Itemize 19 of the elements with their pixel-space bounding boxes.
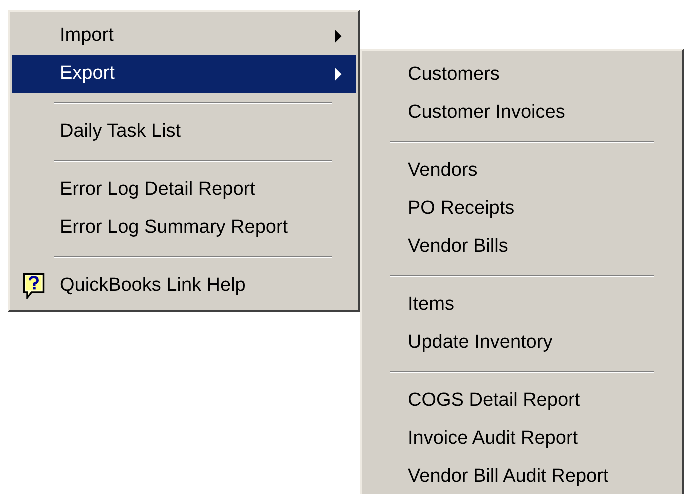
menu-item[interactable]: Customers: [364, 56, 680, 94]
menu-item[interactable]: Import: [12, 17, 356, 55]
menu-item[interactable]: Vendors: [364, 152, 680, 190]
submenu-arrow-icon: [335, 30, 342, 42]
menu-item[interactable]: Vendor Bill Audit Report: [364, 458, 680, 494]
help-icon: [22, 273, 46, 299]
menu-item[interactable]: Customer Invoices: [364, 94, 680, 132]
submenu-arrow-icon: [335, 68, 342, 80]
menu-item[interactable]: Error Log Detail Report: [12, 171, 356, 209]
menu-item[interactable]: COGS Detail Report: [364, 382, 680, 420]
menu-item[interactable]: Update Inventory: [364, 324, 680, 362]
menu-item[interactable]: Daily Task List: [12, 113, 356, 151]
menu-item[interactable]: Invoice Audit Report: [364, 420, 680, 458]
menu-item[interactable]: Items: [364, 286, 680, 324]
menu-item[interactable]: QuickBooks Link Help: [12, 267, 356, 305]
menu-item[interactable]: Export: [12, 55, 356, 93]
menu-item[interactable]: Vendor Bills: [364, 228, 680, 266]
menu-item[interactable]: PO Receipts: [364, 190, 680, 228]
menu-item[interactable]: Error Log Summary Report: [12, 209, 356, 247]
